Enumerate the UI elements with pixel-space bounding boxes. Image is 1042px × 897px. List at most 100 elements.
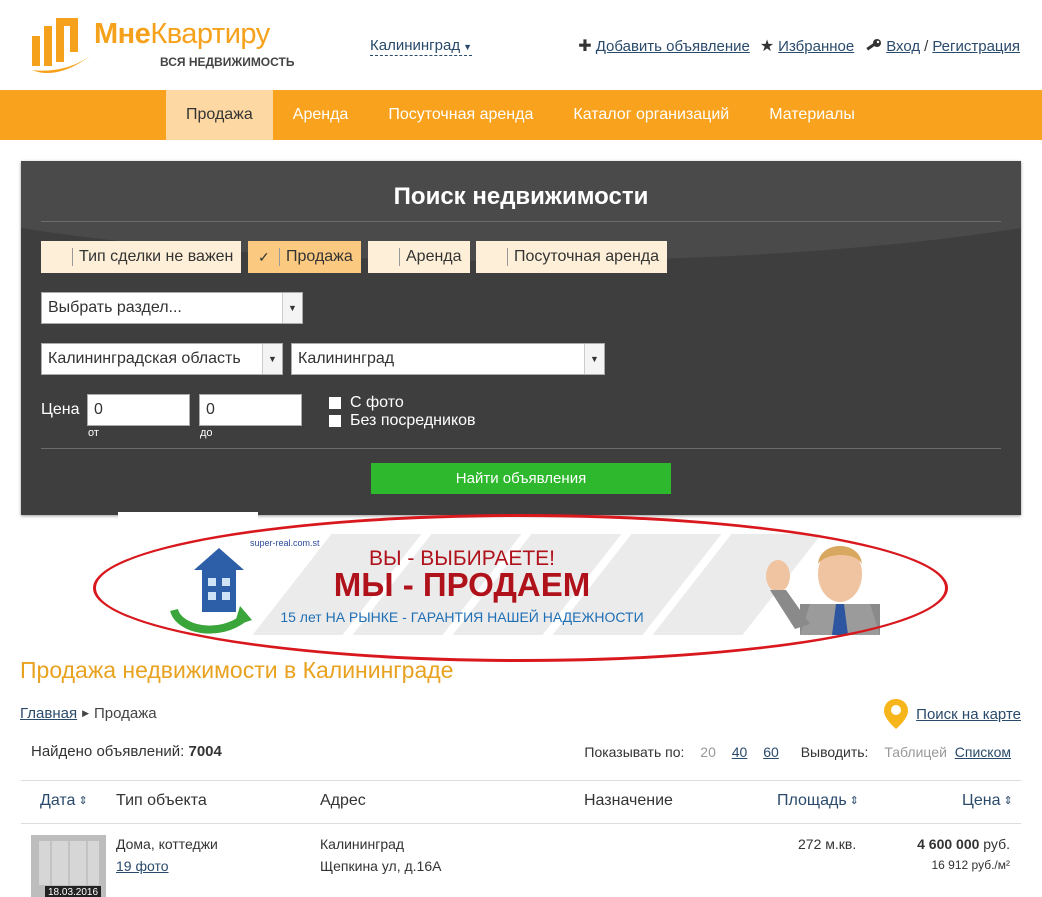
listing-thumbnail[interactable]: 18.03.2016 [31,835,106,897]
listing-price-value: 4 600 000 [917,836,980,852]
per-page-60[interactable]: 60 [763,744,779,760]
column-price-label: Цена [962,792,1001,809]
banner-highlight-gap [118,512,258,526]
map-search-link[interactable]: Поиск на карте [916,706,1021,723]
add-listing-link-wrap: ✚ Добавить объявление [578,36,750,56]
with-photo-checkbox[interactable]: С фото [329,394,404,412]
checkbox-icon [486,248,508,266]
city-dropdown[interactable]: Калининград ▼ [370,37,472,56]
region-select-value: Калининградская область [48,350,241,367]
found-number: 7004 [188,743,222,760]
deal-type-any[interactable]: Тип сделки не важен [41,241,242,273]
nav-item-catalog[interactable]: Каталог организаций [553,90,749,140]
per-page-controls: Показывать по: 20 40 60 Выводить: Таблиц… [584,744,1011,760]
register-link[interactable]: Регистрация [932,38,1020,55]
display-list[interactable]: Списком [955,744,1011,760]
with-photo-label: С фото [350,394,404,411]
city-dropdown-label: Калининград [370,37,461,54]
column-date-label: Дата [40,792,76,809]
header: МнеКвартиру ВСЯ НЕДВИЖИМОСТЬ Калининград… [0,0,1042,90]
star-icon: ★ [759,38,775,55]
nav-item-sale[interactable]: Продажа [166,90,273,140]
listing-photos-link[interactable]: 19 фото [116,858,169,874]
thumbnail-date: 18.03.2016 [45,886,102,897]
listing-street: Щепкина ул, д.16А [320,858,442,874]
divider [41,221,1001,222]
section-select[interactable]: Выбрать раздел... ▼ [41,292,303,324]
checkbox-icon [51,248,73,266]
price-label: Цена [41,401,80,418]
deal-type-rent[interactable]: Аренда [368,241,470,273]
breadcrumb-home[interactable]: Главная [20,705,77,722]
price-from-input[interactable]: 0 [87,394,190,426]
sort-icon: ⇕ [849,795,859,807]
dropdown-arrow-icon: ▼ [262,344,282,374]
checkbox-icon [329,397,341,409]
login-link[interactable]: Вход [886,38,920,55]
logo[interactable]: МнеКвартиру ВСЯ НЕДВИЖИМОСТЬ [26,14,296,76]
plus-icon: ✚ [578,38,592,55]
price-to-label: до [200,427,213,439]
deal-type-daily[interactable]: Посуточная аренда [476,241,668,273]
find-listings-button[interactable]: Найти объявления [371,463,671,494]
column-area-label: Площадь [777,792,847,809]
breadcrumb: Главная ▶ Продажа [20,705,157,722]
found-count: Найдено объявлений: 7004 [31,743,222,760]
chevron-right-icon: ▶ [82,708,90,718]
no-agents-label: Без посредников [350,412,476,429]
listing-city: Калининград [320,836,405,852]
column-area[interactable]: Площадь ⇕ [777,792,859,810]
deal-type-sale-label: Продажа [286,248,353,265]
add-listing-link[interactable]: Добавить объявление [596,38,750,55]
favorites-link[interactable]: Избранное [778,38,854,55]
listing-price-per-m: 16 912 руб./м² [931,858,1011,872]
sort-icon: ⇕ [78,795,88,807]
logo-icon [32,18,90,74]
auth-links: Вход / Регистрация [864,38,1020,55]
listing-photos: 19 фото [116,858,169,874]
auth-separator: / [924,37,929,55]
per-page-40[interactable]: 40 [732,744,748,760]
map-pin-icon [884,699,909,729]
column-address: Адрес [320,792,366,809]
divider [21,823,1021,824]
divider [41,448,1001,449]
column-price[interactable]: Цена ⇕ [962,792,1013,810]
price-to-input[interactable]: 0 [199,394,302,426]
per-page-label: Показывать по: [584,744,685,760]
city-select-value: Калининград [298,350,395,367]
section-select-value: Выбрать раздел... [48,299,182,316]
display-table[interactable]: Таблицей [884,744,947,760]
column-date[interactable]: Дата ⇕ [40,792,88,810]
key-icon [866,39,882,51]
nav-item-rent[interactable]: Аренда [273,90,369,140]
breadcrumb-current: Продажа [94,705,157,722]
checkbox-icon [378,248,400,266]
nav-item-daily-rent[interactable]: Посуточная аренда [368,90,553,140]
per-page-20[interactable]: 20 [700,744,716,760]
no-agents-checkbox[interactable]: Без посредников [329,412,476,430]
map-search[interactable]: Поиск на карте [884,699,1021,729]
deal-type-sale[interactable]: ✓ Продажа [248,241,361,273]
found-label: Найдено объявлений: [31,743,185,760]
price-from-label: от [88,427,99,439]
dropdown-arrow-icon: ▼ [282,293,302,323]
dropdown-arrow-icon: ▼ [584,344,604,374]
nav-item-materials[interactable]: Материалы [749,90,875,140]
main-nav: Продажа Аренда Посуточная аренда Каталог… [0,90,1042,140]
page-title: Продажа недвижимости в Калининграде [20,657,454,683]
city-select[interactable]: Калининград ▼ [291,343,605,375]
main-nav-items: Продажа Аренда Посуточная аренда Каталог… [166,90,875,140]
column-type: Тип объекта [116,792,207,809]
column-purpose: Назначение [584,792,673,809]
search-panel: Поиск недвижимости Тип сделки не важен ✓… [21,161,1021,515]
listing-type: Дома, коттеджи [116,836,218,852]
listing-price-currency: руб. [983,836,1010,852]
checkbox-icon [329,415,341,427]
deal-type-rent-label: Аренда [406,248,462,265]
sort-icon: ⇕ [1003,795,1013,807]
display-label: Выводить: [800,744,869,760]
favorites-link-wrap: ★ Избранное [760,36,854,56]
divider [21,780,1021,781]
region-select[interactable]: Калининградская область ▼ [41,343,283,375]
